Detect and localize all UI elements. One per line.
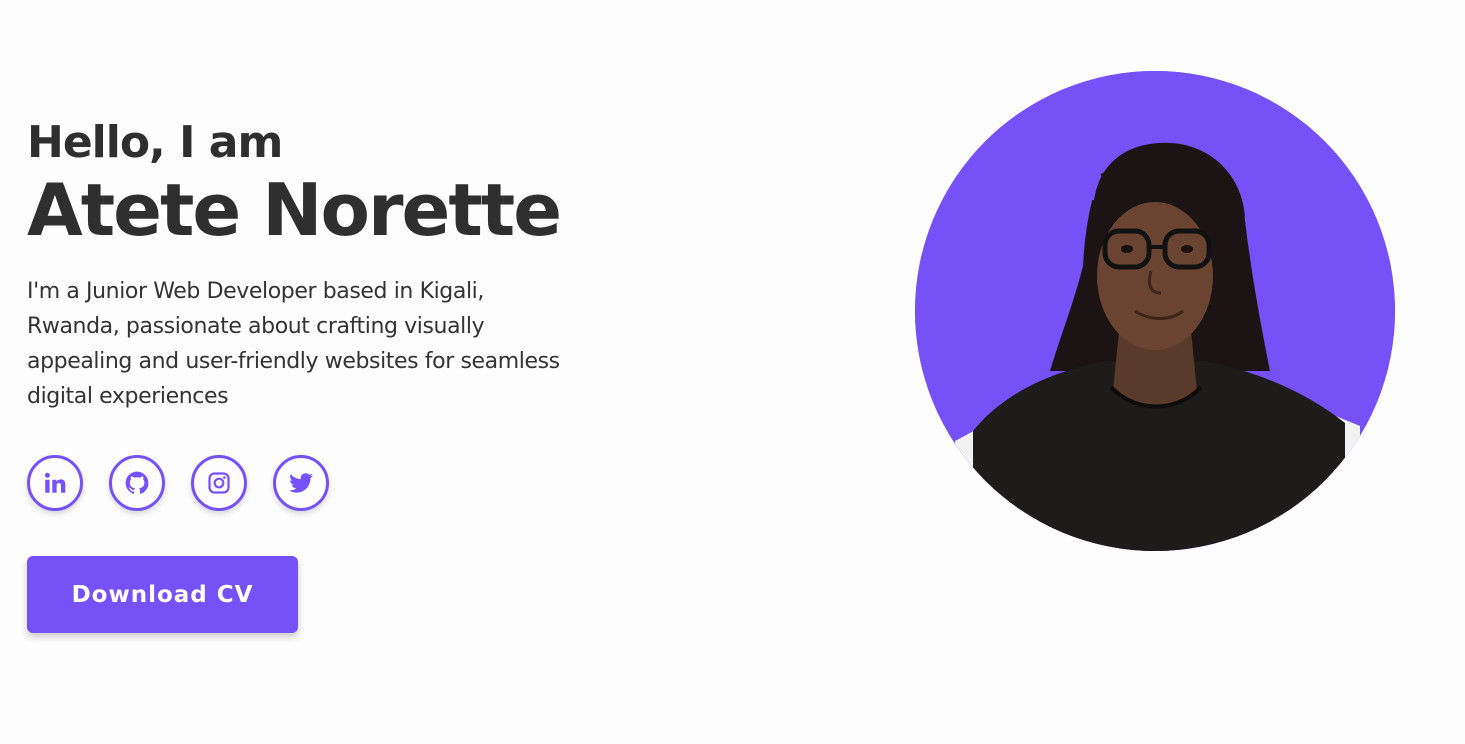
- social-links: [27, 455, 647, 511]
- github-icon: [125, 471, 149, 494]
- greeting-text: Hello, I am: [27, 117, 283, 168]
- instagram-icon: [208, 472, 230, 494]
- linkedin-link[interactable]: [27, 455, 83, 511]
- profile-photo-illustration: [915, 71, 1395, 551]
- intro-block: Hello, I am Atete Norette I'm a Junior W…: [27, 114, 647, 633]
- download-cv-button[interactable]: Download CV: [27, 556, 298, 633]
- bio-text: I'm a Junior Web Developer based in Kiga…: [27, 279, 560, 409]
- profile-photo: [915, 71, 1395, 551]
- hero-section: Hello, I am Atete Norette I'm a Junior W…: [0, 0, 1465, 744]
- twitter-icon: [289, 473, 313, 493]
- linkedin-icon: [44, 472, 66, 493]
- instagram-link[interactable]: [191, 455, 247, 511]
- twitter-link[interactable]: [273, 455, 329, 511]
- profile-name: Atete Norette: [27, 168, 562, 252]
- github-link[interactable]: [109, 455, 165, 511]
